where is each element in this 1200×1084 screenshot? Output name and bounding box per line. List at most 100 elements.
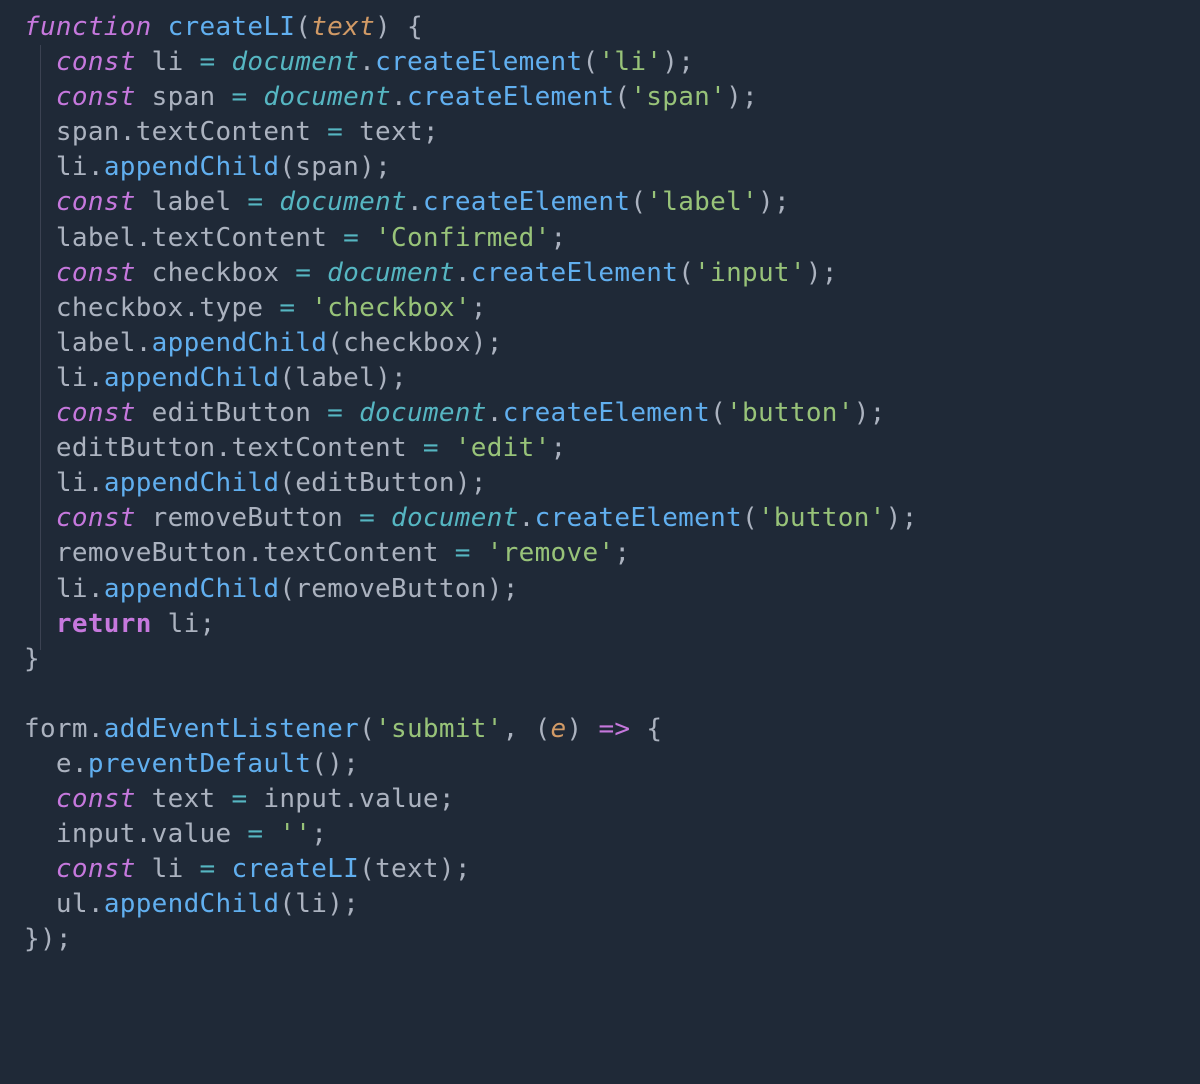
- code-token: text: [359, 117, 423, 147]
- code-token: 'button': [758, 503, 886, 533]
- code-token: addEventListener: [104, 714, 359, 744]
- code-token: textContent: [231, 433, 422, 463]
- code-line: const li = createLI(text);: [24, 854, 471, 884]
- code-token: const: [56, 187, 152, 217]
- code-token: (: [678, 258, 694, 288]
- code-token: =: [327, 398, 359, 428]
- code-token: (: [295, 12, 311, 42]
- code-token: document: [263, 82, 391, 112]
- code-token: , (: [503, 714, 551, 744]
- code-token: checkbox: [56, 293, 184, 323]
- code-token: label: [56, 223, 136, 253]
- code-line: const checkbox = document.createElement(…: [24, 258, 838, 288]
- code-token: appendChild: [104, 468, 280, 498]
- code-token: text: [152, 784, 232, 814]
- code-token: textContent: [263, 538, 454, 568]
- code-token: 'span': [630, 82, 726, 112]
- code-token: .: [215, 433, 231, 463]
- code-token: ;: [551, 433, 567, 463]
- code-token: =: [455, 538, 487, 568]
- code-token: 'remove': [487, 538, 615, 568]
- code-token: li: [152, 47, 200, 77]
- code-line: editButton.textContent = 'edit';: [24, 433, 567, 463]
- code-line: li.appendChild(label);: [24, 363, 407, 393]
- code-token: .: [88, 363, 104, 393]
- code-line: removeButton.textContent = 'remove';: [24, 538, 630, 568]
- code-line: input.value = '';: [24, 819, 327, 849]
- code-token: 'Confirmed': [375, 223, 551, 253]
- code-token: =: [231, 784, 263, 814]
- code-token: 'label': [646, 187, 758, 217]
- code-line: });: [24, 924, 72, 954]
- code-token: preventDefault: [88, 749, 311, 779]
- code-token: ;: [311, 819, 327, 849]
- code-token: removeButton: [295, 574, 486, 604]
- code-token: =: [200, 47, 232, 77]
- code-token: e: [551, 714, 567, 744]
- code-token: ) {: [375, 12, 423, 42]
- code-token: .: [487, 398, 503, 428]
- code-token: removeButton: [56, 538, 247, 568]
- code-token: text: [311, 12, 375, 42]
- code-token: checkbox: [343, 328, 471, 358]
- code-token: ();: [311, 749, 359, 779]
- code-line: const label = document.createElement('la…: [24, 187, 790, 217]
- code-token: (: [279, 468, 295, 498]
- code-token: const: [56, 47, 152, 77]
- code-token: const: [56, 503, 152, 533]
- code-line: form.addEventListener('submit', (e) => {: [24, 714, 662, 744]
- code-token: li: [168, 609, 200, 639]
- code-token: .: [391, 82, 407, 112]
- code-token: =: [295, 258, 327, 288]
- code-line: label.appendChild(checkbox);: [24, 328, 503, 358]
- code-token: .: [72, 749, 88, 779]
- code-token: .: [519, 503, 535, 533]
- code-token: textContent: [152, 223, 343, 253]
- code-token: ul: [56, 889, 88, 919]
- code-block: function createLI(text) { const li = doc…: [24, 10, 1200, 958]
- code-token: appendChild: [104, 152, 280, 182]
- code-token: ;: [439, 784, 455, 814]
- code-token: .: [407, 187, 423, 217]
- code-token: value: [152, 819, 248, 849]
- code-line: const text = input.value;: [24, 784, 455, 814]
- code-line: e.preventDefault();: [24, 749, 359, 779]
- code-token: );: [439, 854, 471, 884]
- code-token: (: [327, 328, 343, 358]
- code-line: li.appendChild(removeButton);: [24, 574, 519, 604]
- code-token: createLI: [168, 12, 296, 42]
- code-token: }: [24, 644, 40, 674]
- code-token: document: [279, 187, 407, 217]
- code-token: .: [136, 328, 152, 358]
- code-token: 'submit': [375, 714, 503, 744]
- code-token: document: [327, 258, 455, 288]
- code-token: const: [56, 82, 152, 112]
- code-token: ;: [471, 293, 487, 323]
- code-token: .: [88, 714, 104, 744]
- code-token: 'checkbox': [311, 293, 471, 323]
- code-token: );: [854, 398, 886, 428]
- code-token: span: [152, 82, 232, 112]
- code-token: );: [726, 82, 758, 112]
- code-token: .: [247, 538, 263, 568]
- code-token: (: [582, 47, 598, 77]
- code-token: .: [120, 117, 136, 147]
- code-token: createElement: [535, 503, 742, 533]
- code-token: ;: [200, 609, 216, 639]
- code-token: span: [56, 117, 120, 147]
- code-token: );: [327, 889, 359, 919]
- code-token: .: [88, 574, 104, 604]
- code-token: ;: [551, 223, 567, 253]
- code-token: );: [662, 47, 694, 77]
- code-token: );: [487, 574, 519, 604]
- code-token: =: [327, 117, 359, 147]
- code-token: ): [567, 714, 599, 744]
- code-token: (: [359, 854, 375, 884]
- code-token: editButton: [152, 398, 328, 428]
- code-line: span.textContent = text;: [24, 117, 439, 147]
- code-token: e: [56, 749, 72, 779]
- code-token: =>: [598, 714, 646, 744]
- code-token: editButton: [295, 468, 455, 498]
- code-token: .: [184, 293, 200, 323]
- code-token: .: [343, 784, 359, 814]
